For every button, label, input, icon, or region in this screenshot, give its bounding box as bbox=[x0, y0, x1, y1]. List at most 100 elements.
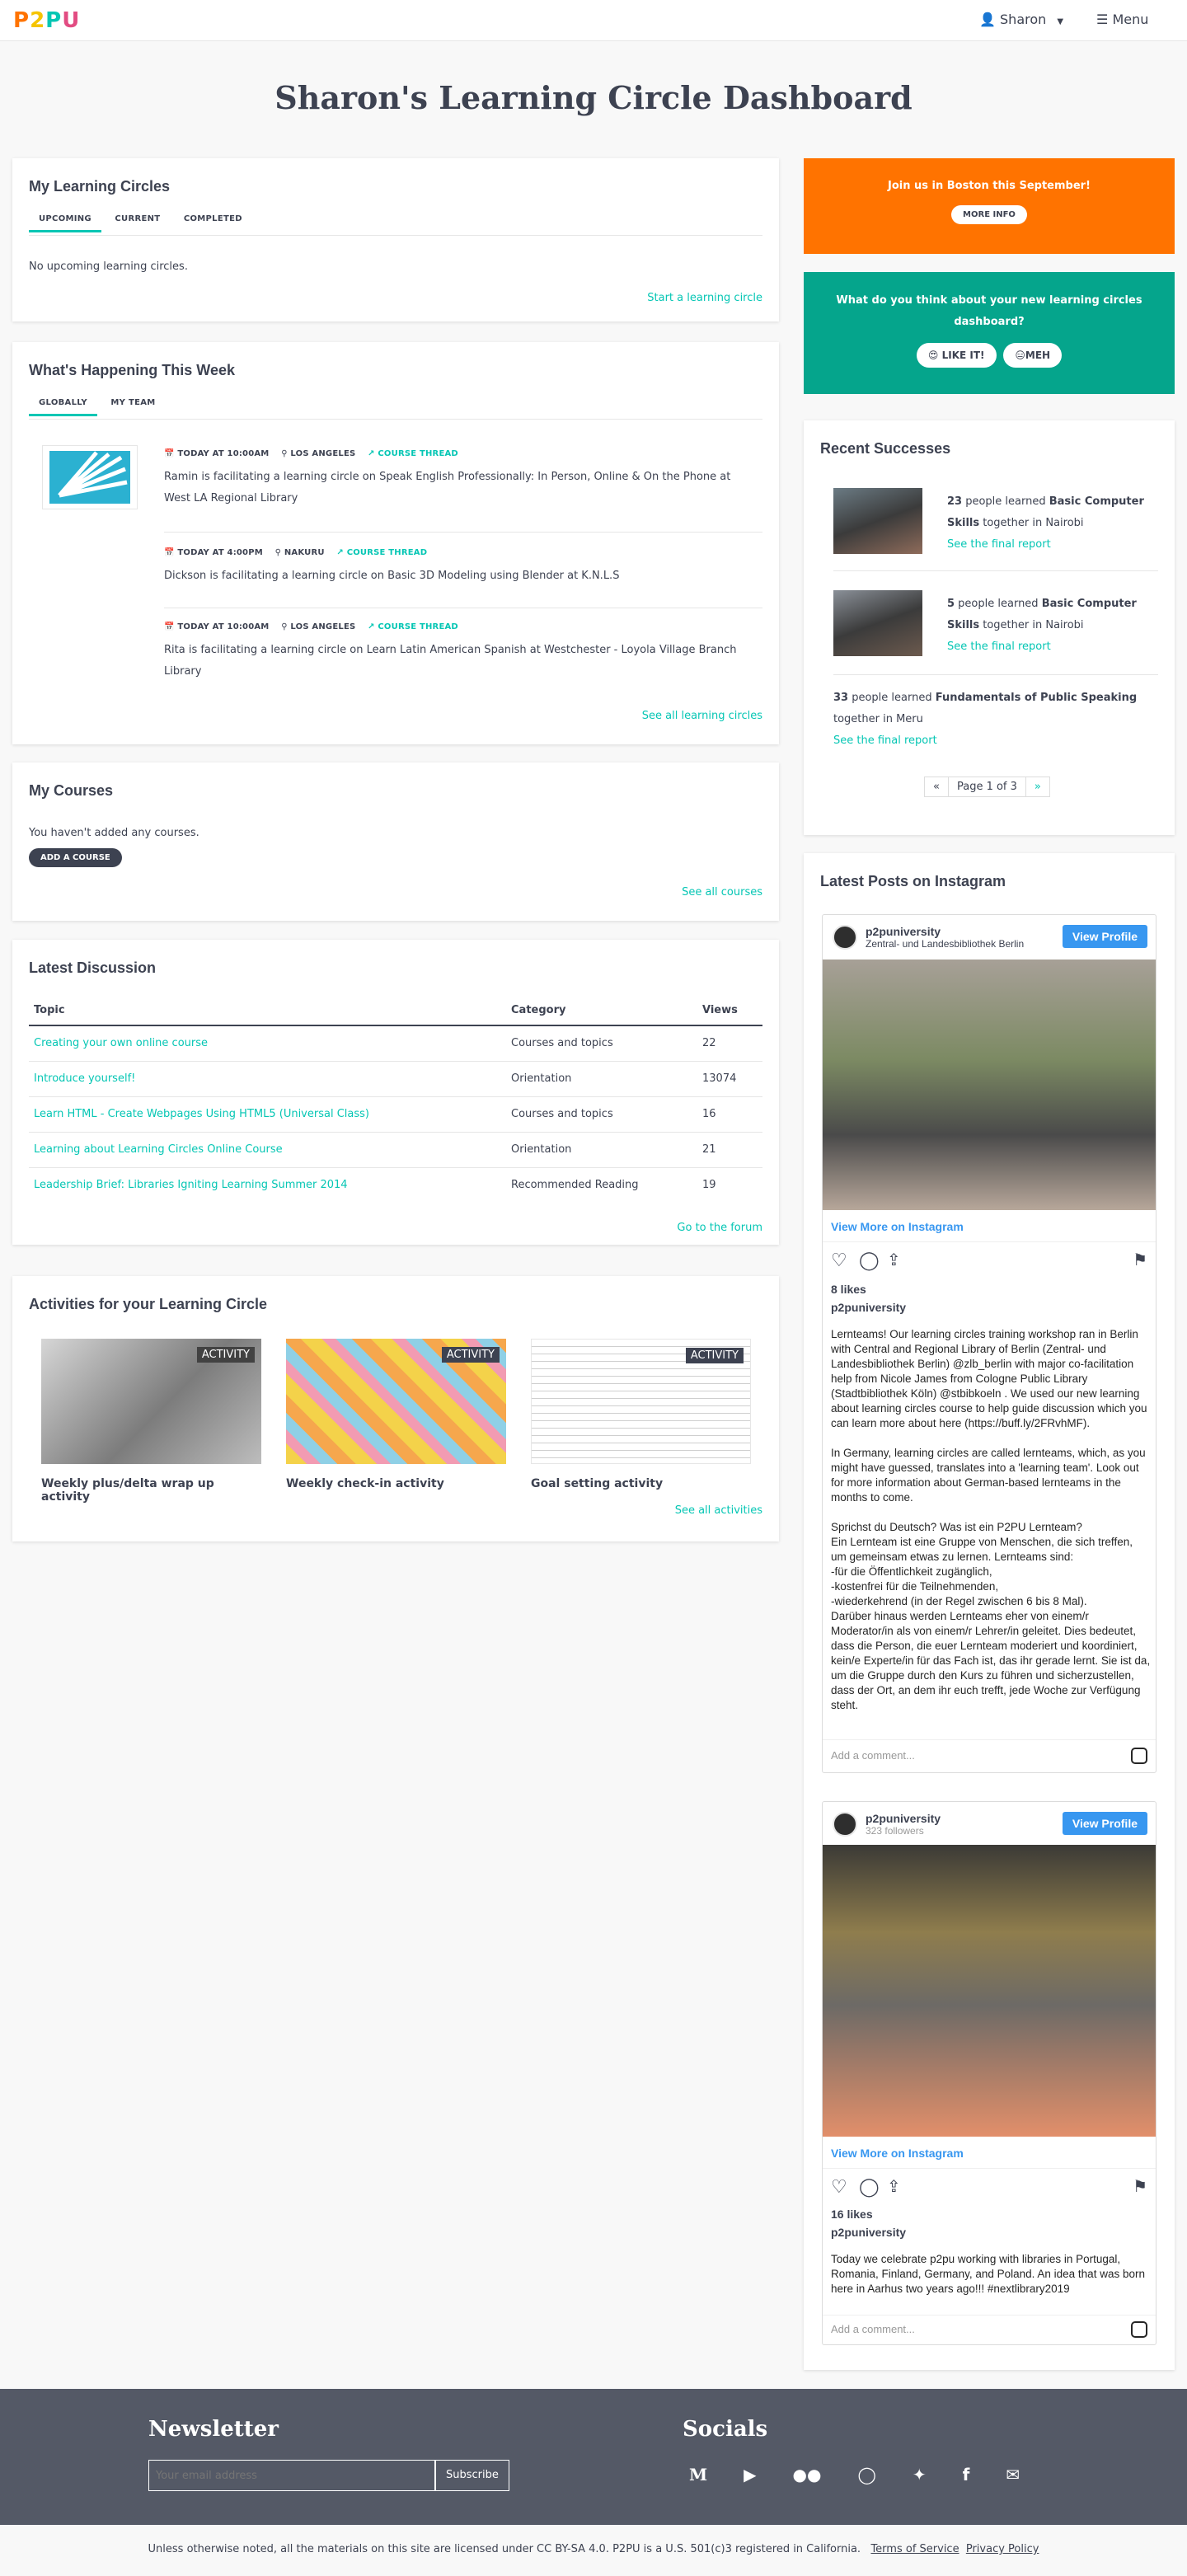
feedback-banner: What do you think about your new learnin… bbox=[804, 272, 1175, 394]
tab-my-team[interactable]: MY TEAM bbox=[101, 392, 165, 414]
view-more-link[interactable]: View More on Instagram bbox=[831, 1220, 964, 1233]
tab-globally[interactable]: GLOBALLY bbox=[29, 392, 97, 416]
bookmark-icon[interactable]: ⚑ bbox=[1133, 1250, 1147, 1270]
see-all-circles-link[interactable]: See all learning circles bbox=[642, 710, 762, 722]
ig-author[interactable]: p2puniversity bbox=[831, 1301, 906, 1314]
event-text: Rita is facilitating a learning circle o… bbox=[164, 644, 737, 678]
location-icon: ⚲ bbox=[281, 622, 288, 631]
topic-link[interactable]: Leadership Brief: Libraries Igniting Lea… bbox=[34, 1179, 348, 1191]
comment-icon[interactable]: ◯ bbox=[859, 1250, 880, 1271]
divider bbox=[823, 2168, 1156, 2169]
comment-icon[interactable]: ◯ bbox=[859, 2176, 880, 2198]
footer: Newsletter Subscribe Socials M ▶ ●● ◯ ✦ … bbox=[0, 2389, 1187, 2525]
facebook-icon[interactable]: f bbox=[963, 2465, 970, 2485]
user-name: Sharon bbox=[1000, 12, 1047, 27]
p2pu-logo[interactable]: P2PU bbox=[13, 8, 80, 33]
success-item: 33 people learned Fundamentals of Public… bbox=[833, 687, 1155, 752]
add-course-button[interactable]: ADD A COURSE bbox=[29, 848, 122, 867]
heart-icon[interactable]: ♡ bbox=[831, 1250, 847, 1271]
divider bbox=[833, 674, 1158, 675]
start-circle-link[interactable]: Start a learning circle bbox=[647, 292, 762, 304]
success-pre: people learned bbox=[955, 598, 1042, 610]
medium-icon[interactable]: M bbox=[689, 2465, 707, 2485]
happening-tabs: GLOBALLY MY TEAM bbox=[29, 392, 762, 420]
circle-tabs: UPCOMING CURRENT COMPLETED bbox=[29, 208, 762, 236]
share-icon[interactable]: ⇪ bbox=[887, 1250, 901, 1270]
course-thread-link[interactable]: ↗ COURSE THREAD bbox=[368, 622, 458, 631]
add-comment-field[interactable]: Add a comment... bbox=[831, 1749, 915, 1762]
activity-title: Goal setting activity bbox=[531, 1477, 664, 1490]
event-place: LOS ANGELES bbox=[290, 449, 356, 458]
more-info-button[interactable]: MORE INFO bbox=[951, 205, 1027, 224]
privacy-link[interactable]: Privacy Policy bbox=[966, 2543, 1039, 2555]
view-profile-button[interactable]: View Profile bbox=[1062, 925, 1147, 948]
activity-card[interactable]: ACTIVITY Goal setting activity bbox=[531, 1339, 751, 1490]
meh-button[interactable]: 😑MEH bbox=[1003, 343, 1063, 368]
see-all-activities-link[interactable]: See all activities bbox=[675, 1504, 762, 1517]
success-count: 23 bbox=[947, 495, 963, 508]
ig-author[interactable]: p2puniversity bbox=[831, 2226, 906, 2239]
ig-username[interactable]: p2puniversity bbox=[866, 1812, 941, 1825]
next-page-button[interactable]: » bbox=[1025, 777, 1050, 797]
menu-button[interactable]: ☰ Menu bbox=[1096, 12, 1148, 27]
divider bbox=[823, 1241, 1156, 1242]
success-photo bbox=[833, 590, 922, 656]
newsletter-email-input[interactable] bbox=[148, 2460, 435, 2491]
youtube-icon[interactable]: ▶ bbox=[744, 2465, 756, 2485]
newsletter-title: Newsletter bbox=[148, 2417, 279, 2442]
activity-title: Weekly plus/delta wrap up activity bbox=[41, 1477, 214, 1504]
final-report-link[interactable]: See the final report bbox=[947, 538, 1051, 551]
views-cell: 13074 bbox=[702, 1072, 737, 1085]
ig-avatar bbox=[833, 1812, 857, 1837]
tab-completed[interactable]: COMPLETED bbox=[174, 208, 252, 230]
instagram-icon[interactable] bbox=[1131, 2321, 1147, 2338]
topic-link[interactable]: Learning about Learning Circles Online C… bbox=[34, 1143, 283, 1156]
user-dropdown[interactable]: 👤 Sharon ▼ bbox=[979, 12, 1063, 27]
ig-location: Zentral- und Landesbibliothek Berlin bbox=[866, 938, 1025, 950]
instagram-post: p2puniversity 323 followers View Profile… bbox=[822, 1801, 1157, 2345]
tab-current[interactable]: CURRENT bbox=[105, 208, 170, 230]
header-views: Views bbox=[702, 1004, 738, 1016]
add-comment-field[interactable]: Add a comment... bbox=[831, 2323, 915, 2335]
heart-icon[interactable]: ♡ bbox=[831, 2176, 847, 2198]
activity-card[interactable]: ACTIVITY Weekly plus/delta wrap up activ… bbox=[41, 1339, 261, 1504]
instagram-post: p2puniversity Zentral- und Landesbibliot… bbox=[822, 914, 1157, 1773]
flickr-icon[interactable]: ●● bbox=[793, 2465, 822, 2485]
like-it-button[interactable]: 😍 LIKE IT! bbox=[916, 343, 997, 368]
event-text: Dickson is facilitating a learning circl… bbox=[164, 570, 620, 582]
final-report-link[interactable]: See the final report bbox=[833, 734, 937, 747]
license-bar: Unless otherwise noted, all the material… bbox=[0, 2525, 1187, 2576]
activity-card[interactable]: ACTIVITY Weekly check-in activity bbox=[286, 1339, 506, 1490]
course-thread-link[interactable]: ↗ COURSE THREAD bbox=[368, 449, 458, 458]
instagram-icon[interactable]: ◯ bbox=[857, 2465, 875, 2485]
instagram-icon[interactable] bbox=[1131, 1748, 1147, 1764]
card-title: Recent Successes bbox=[820, 440, 951, 457]
ig-caption: Today we celebrate p2pu working with lib… bbox=[831, 2253, 1145, 2295]
success-count: 5 bbox=[947, 598, 955, 610]
ig-username[interactable]: p2puniversity bbox=[866, 925, 941, 938]
topic-link[interactable]: Learn HTML - Create Webpages Using HTML5… bbox=[34, 1108, 369, 1120]
my-courses-card: My Courses You haven't added any courses… bbox=[12, 762, 779, 921]
bookmark-icon[interactable]: ⚑ bbox=[1133, 2176, 1147, 2197]
view-more-link[interactable]: View More on Instagram bbox=[831, 2147, 964, 2160]
twitter-icon[interactable]: ✦ bbox=[913, 2465, 927, 2485]
ig-likes: 8 likes bbox=[831, 1283, 866, 1296]
card-title: Latest Posts on Instagram bbox=[820, 873, 1006, 889]
external-link-icon: ↗ bbox=[368, 449, 375, 458]
final-report-link[interactable]: See the final report bbox=[947, 640, 1051, 653]
terms-link[interactable]: Terms of Service bbox=[870, 2543, 959, 2555]
empty-message: No upcoming learning circles. bbox=[29, 260, 188, 273]
course-thread-link[interactable]: ↗ COURSE THREAD bbox=[336, 548, 427, 557]
email-icon[interactable]: ✉ bbox=[1006, 2465, 1020, 2485]
go-to-forum-link[interactable]: Go to the forum bbox=[677, 1222, 762, 1234]
share-icon[interactable]: ⇪ bbox=[887, 2176, 901, 2197]
license-text: Unless otherwise noted, all the material… bbox=[148, 2543, 861, 2555]
tab-upcoming[interactable]: UPCOMING bbox=[29, 208, 101, 232]
location-icon: ⚲ bbox=[274, 548, 282, 557]
prev-page-button[interactable]: « bbox=[924, 777, 949, 797]
topic-link[interactable]: Introduce yourself! bbox=[34, 1072, 135, 1085]
see-all-courses-link[interactable]: See all courses bbox=[682, 886, 762, 899]
subscribe-button[interactable]: Subscribe bbox=[435, 2460, 509, 2491]
view-profile-button[interactable]: View Profile bbox=[1062, 1812, 1147, 1835]
topic-link[interactable]: Creating your own online course bbox=[34, 1037, 208, 1049]
